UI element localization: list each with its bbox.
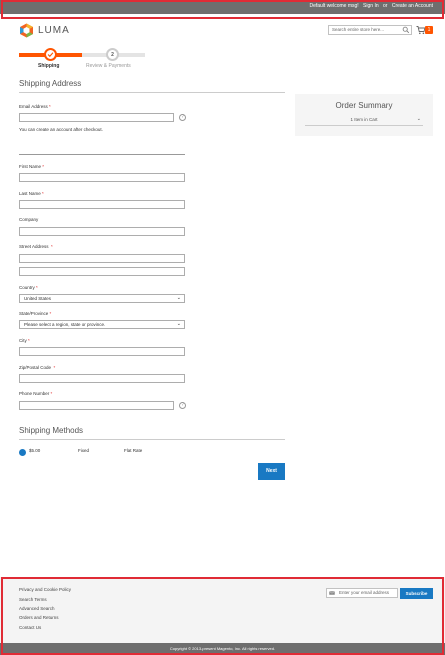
cart-items-toggle[interactable]: 1 Item in Cart [305, 117, 423, 126]
step-review-indicator: 2 [106, 48, 119, 61]
email-field[interactable] [19, 113, 174, 122]
chevron-down-icon: ⌄ [176, 295, 181, 301]
shipping-methods-title: Shipping Methods [19, 426, 84, 435]
create-account-link[interactable]: Create an Account [392, 3, 433, 9]
next-button[interactable]: Next [258, 463, 285, 480]
phone-field[interactable] [19, 401, 174, 410]
first-name-field[interactable] [19, 173, 185, 182]
footer-link-privacy[interactable]: Privacy and Cookie Policy [19, 587, 71, 592]
footer-link-search-terms[interactable]: Search Terms [19, 597, 47, 602]
logo-text[interactable]: LUMA [38, 25, 70, 36]
step-review-label: Review & Payments [86, 63, 131, 69]
newsletter-email-input[interactable]: Enter your email address [326, 588, 398, 598]
country-label: Country * [19, 285, 38, 290]
street-label: Street Address * [19, 244, 53, 249]
city-field[interactable] [19, 347, 185, 356]
shipping-method-radio[interactable] [19, 449, 26, 456]
top-bar: Default welcome msg! Sign In or Create a… [0, 0, 445, 14]
shipping-price: $5.00 [29, 448, 41, 453]
section-divider [19, 439, 285, 440]
footer-link-advanced-search[interactable]: Advanced Search [19, 606, 55, 611]
search-icon[interactable] [402, 26, 410, 34]
shipping-address-title: Shipping Address [19, 79, 82, 88]
phone-help-icon[interactable]: ? [179, 402, 186, 409]
zip-field[interactable] [19, 374, 185, 383]
chevron-down-icon: ⌄ [176, 321, 181, 327]
phone-label: Phone Number * [19, 391, 53, 396]
chevron-down-icon[interactable]: ⌄ [417, 116, 421, 122]
step-shipping-label: Shipping [38, 63, 60, 69]
city-label: City * [19, 338, 30, 343]
search-input[interactable]: Search entire store here... [328, 25, 412, 35]
state-value: Please select a region, state or provinc… [24, 322, 106, 327]
top-links: Default welcome msg! Sign In or Create a… [306, 3, 433, 9]
street-line-2-field[interactable] [19, 267, 185, 276]
order-summary-title: Order Summary [335, 101, 393, 110]
last-name-field[interactable] [19, 200, 185, 209]
company-field[interactable] [19, 227, 185, 236]
sign-in-link[interactable]: Sign In [363, 3, 379, 9]
shipping-carrier: Flat Rate [124, 448, 143, 453]
footer-link-orders-returns[interactable]: Orders and Returns [19, 615, 59, 620]
first-name-label: First Name * [19, 164, 45, 169]
email-label: Email Address * [19, 104, 51, 109]
street-line-1-field[interactable] [19, 254, 185, 263]
step-shipping-indicator [44, 48, 57, 61]
section-divider [19, 92, 285, 93]
state-label: State/Province * [19, 311, 52, 316]
or-text: or [383, 3, 388, 9]
footer-link-contact[interactable]: Contact Us [19, 625, 41, 630]
subscribe-button[interactable]: Subscribe [400, 588, 433, 599]
checkmark-icon [47, 52, 54, 58]
mail-icon [329, 591, 335, 595]
country-select[interactable]: United States ⌄ [19, 294, 185, 303]
email-help-icon[interactable]: ? [179, 114, 186, 121]
shipping-method-name: Fixed [78, 448, 90, 453]
state-select[interactable]: Please select a region, state or provinc… [19, 320, 185, 329]
copyright-bar: Copyright © 2013-present Magento, Inc. A… [0, 643, 445, 655]
order-summary: Order Summary 1 Item in Cart ⌄ [295, 94, 433, 136]
welcome-message: Default welcome msg! [309, 3, 359, 9]
cart-count-badge[interactable]: 1 [425, 26, 433, 34]
zip-label: Zip/Postal Code * [19, 365, 56, 370]
country-value: United States [24, 296, 52, 301]
company-label: Company [19, 217, 39, 222]
email-note: You can create an account after checkout… [19, 127, 103, 132]
form-divider [19, 154, 185, 155]
last-name-label: Last Name * [19, 191, 44, 196]
luma-logo-icon[interactable] [19, 23, 34, 38]
